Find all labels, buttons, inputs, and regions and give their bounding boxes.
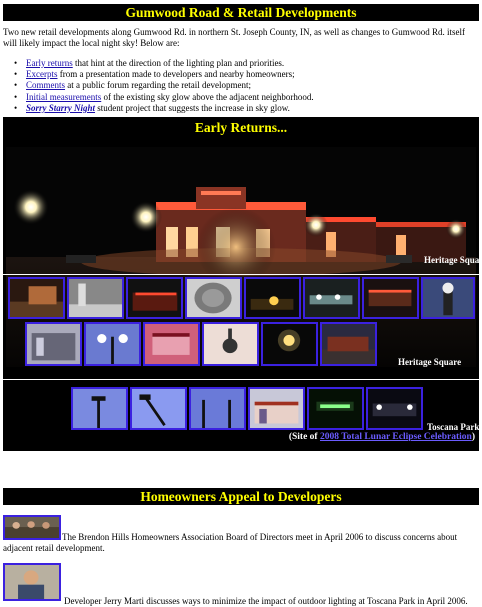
topic-list: Early returns that hint at the direction… xyxy=(14,58,314,114)
thumbnail-photo[interactable] xyxy=(261,322,318,366)
list-item-text: from a presentation made to developers a… xyxy=(57,69,295,80)
divider xyxy=(3,274,479,275)
thumbnail-photo[interactable] xyxy=(366,387,423,430)
eclipse-footnote: (Site of 2008 Total Lunar Eclipse Celebr… xyxy=(289,432,475,442)
thumbnail-photo[interactable] xyxy=(143,322,200,366)
thumbnail-photo[interactable] xyxy=(244,277,301,319)
list-item-text: that hint at the direction of the lighti… xyxy=(72,58,285,68)
list-item: Initial measurements of the existing sky… xyxy=(14,91,314,103)
thumbnail-photo[interactable] xyxy=(362,277,419,319)
thumbnail-photo[interactable] xyxy=(67,277,124,319)
early-returns-title: Early Returns... xyxy=(194,120,288,135)
thumbnail-photo[interactable] xyxy=(421,277,475,319)
thumbnail-photo[interactable] xyxy=(8,277,65,319)
early-returns-link[interactable]: Early returns xyxy=(26,58,73,68)
eclipse-celebration-link[interactable]: 2008 Total Lunar Eclipse Celebration xyxy=(320,432,472,442)
thumbnail-photo[interactable] xyxy=(71,387,128,430)
page-title: Gumwood Road & Retail Developments xyxy=(3,4,479,21)
caption-heritage-square: Heritage Square xyxy=(424,255,482,265)
thumbnail-photo[interactable] xyxy=(248,387,305,430)
excerpts-link[interactable]: Excerpts xyxy=(26,69,58,79)
initial-measurements-link[interactable]: Initial measurements xyxy=(26,92,101,102)
list-item: Comments at a public forum regarding the… xyxy=(14,80,314,91)
thumbnail-photo[interactable] xyxy=(303,277,360,319)
thumbnail-photo[interactable] xyxy=(202,322,259,366)
thumbnail-photo[interactable] xyxy=(189,387,246,430)
list-item: Sorry Starry Night student project that … xyxy=(14,102,314,114)
intro-paragraph: Two new retail developments along Gumwoo… xyxy=(3,27,465,48)
footnote-prefix: (Site of xyxy=(288,432,320,442)
thumbnail-photo[interactable] xyxy=(185,277,242,319)
footnote-suffix: ) xyxy=(471,432,475,442)
early-returns-panel: Early Returns... Heritage Square Heritag… xyxy=(3,117,482,451)
list-item-text: at a public forum regarding the retail d… xyxy=(65,80,251,91)
thumbnail-photo[interactable] xyxy=(84,322,141,366)
caption-toscana-park: Toscana Park xyxy=(427,422,480,432)
appeal-item-1-text: The Brendon Hills Homeowners Association… xyxy=(3,532,458,553)
divider xyxy=(3,379,479,380)
caption-heritage-square-2: Heritage Square xyxy=(398,357,462,367)
list-item-text: of the existing sky glow above the adjac… xyxy=(101,91,314,102)
thumbnail-photo[interactable] xyxy=(126,277,183,319)
appeal-title: Homeowners Appeal to Developers xyxy=(3,488,479,505)
list-item: Early returns that hint at the direction… xyxy=(14,58,314,69)
thumbnail-photo[interactable] xyxy=(320,322,377,366)
thumbnail-photo[interactable] xyxy=(130,387,187,430)
list-item-text: student project that suggests the increa… xyxy=(95,102,290,113)
thumbnail-photo[interactable] xyxy=(307,387,364,430)
comments-link[interactable]: Comments xyxy=(26,80,65,90)
thumbnail-photo[interactable] xyxy=(25,322,82,366)
appeal-item-2-text: Developer Jerry Marti discusses ways to … xyxy=(64,596,468,606)
sorry-starry-night-link[interactable]: Sorry Starry Night xyxy=(26,103,95,113)
list-item: Excerpts from a presentation made to dev… xyxy=(14,69,314,80)
developer-photo[interactable] xyxy=(3,563,61,601)
